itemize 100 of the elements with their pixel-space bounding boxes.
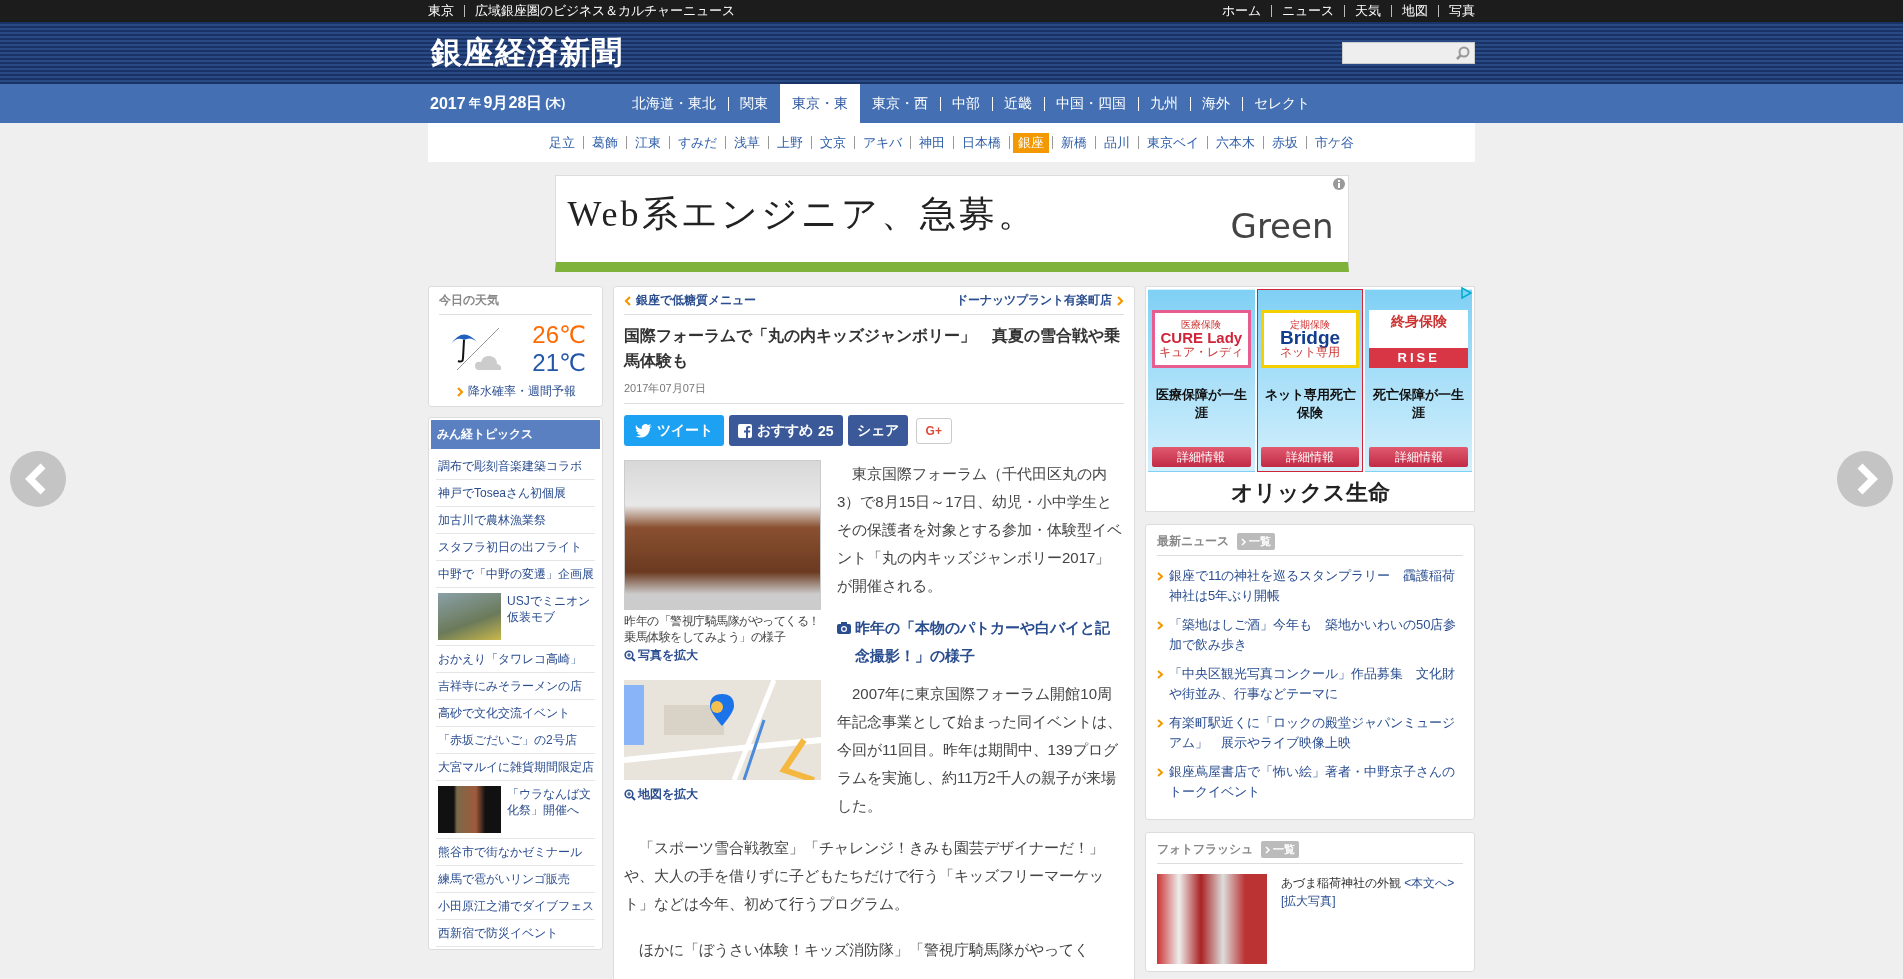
ad-choices-icon[interactable] — [1460, 287, 1472, 299]
details-button[interactable]: 詳細情報 — [1260, 447, 1360, 467]
area-link[interactable]: 神田 — [914, 132, 950, 153]
area-link[interactable]: 六本木 — [1211, 132, 1260, 153]
topic-link[interactable]: スタフラ初日の出フライト — [438, 540, 582, 554]
top-link[interactable]: 天気 — [1355, 2, 1381, 20]
area-link[interactable]: 市ケ谷 — [1310, 132, 1359, 153]
area-link[interactable]: 品川 — [1099, 132, 1135, 153]
low-temperature: 21℃ — [532, 349, 586, 377]
photo-placeholder[interactable] — [1157, 874, 1267, 964]
high-temperature: 26℃ — [532, 321, 586, 349]
topic-link[interactable]: 「赤坂ごだいご」の2号店 — [438, 733, 577, 747]
next-article-link[interactable]: ドーナッツプラント有楽町店 — [956, 292, 1112, 309]
chevron-right-icon — [1116, 295, 1124, 306]
chevron-right-icon — [1157, 768, 1163, 777]
news-link[interactable]: 有楽町駅近くに「ロックの殿堂ジャパンミュージアム」 展示やライブ映像上映 — [1169, 713, 1463, 753]
search-field[interactable] — [1342, 42, 1475, 64]
photo-placeholder[interactable] — [624, 460, 821, 610]
topic-link[interactable]: 高砂で文化交流イベント — [438, 706, 570, 720]
area-link[interactable]: 葛飾 — [587, 132, 623, 153]
weather-title: 今日の天気 — [439, 291, 592, 315]
article-link[interactable]: <本文へ> — [1404, 876, 1455, 890]
insurance-ad[interactable]: 医療保険 CURE Lady キュア・レディ 医療保障が一生涯 詳細情報 定期保険 Bridge ネット専用 ネット専用死亡保険 詳細情報 終身保険 RISE 死亡保障が一生涯 詳細情報 オリックス生命 — [1145, 286, 1475, 512]
photo-placeholder[interactable] — [438, 786, 501, 833]
news-title: 最新ニュース — [1157, 533, 1229, 550]
bird-icon — [635, 423, 652, 438]
topic-link[interactable]: 小田原江之浦でダイブフェス — [438, 899, 594, 913]
topic-link[interactable]: 熊谷市で街なかゼミナール — [438, 845, 582, 859]
area-link[interactable]: 日本橋 — [957, 132, 1006, 153]
details-button[interactable]: 詳細情報 — [1369, 447, 1468, 467]
search-icon[interactable] — [1456, 46, 1470, 60]
area-link[interactable]: 赤坂 — [1267, 132, 1303, 153]
product-tagline: 医療保障が一生涯 — [1154, 386, 1248, 422]
news-link[interactable]: 「中央区観光写真コンクール」作品募集 文化財や街並み、行事などテーマに — [1169, 664, 1463, 704]
product-card[interactable]: 定期保険 Bridge ネット専用 ネット専用死亡保険 詳細情報 — [1256, 289, 1364, 472]
camera-icon — [837, 622, 851, 634]
article-date: 2017年07月07日 — [624, 381, 1124, 404]
topic-link[interactable]: 大宮マルイに雑貨期間限定店 — [438, 760, 594, 774]
date-day: 9月28日 — [483, 93, 543, 114]
region-tab[interactable]: セレクト — [1242, 84, 1322, 123]
area-link[interactable]: 浅草 — [729, 132, 765, 153]
details-button[interactable]: 詳細情報 — [1152, 447, 1251, 467]
product-card[interactable]: 医療保険 CURE Lady キュア・レディ 医療保障が一生涯 詳細情報 — [1148, 289, 1255, 472]
forecast-link[interactable]: 降水確率・週間予報 — [467, 383, 576, 400]
product-card[interactable]: 終身保険 RISE 死亡保障が一生涯 詳細情報 — [1365, 289, 1472, 472]
region-tab[interactable]: 中部 — [940, 84, 992, 123]
previous-article-link[interactable]: 銀座で低糖質メニュー — [636, 292, 756, 309]
top-link[interactable]: 写真 — [1449, 2, 1475, 20]
recommend-button[interactable]: おすすめ 25 — [729, 415, 843, 446]
topic-link[interactable]: USJでミニオン仮装モブ — [507, 593, 594, 625]
region-tab[interactable]: 九州 — [1138, 84, 1190, 123]
area-link[interactable]: アキバ — [858, 132, 907, 153]
area-link[interactable]: 江東 — [630, 132, 666, 153]
top-link[interactable]: ニュース — [1282, 2, 1334, 20]
area-link[interactable]: 東京ベイ — [1142, 132, 1204, 153]
region-tab[interactable]: 東京・東 — [780, 84, 860, 123]
zoom-icon — [624, 649, 636, 662]
enlarge-photo-link[interactable]: [拡大写真] — [1281, 894, 1336, 908]
region-tab[interactable]: 近畿 — [992, 84, 1044, 123]
region-tab[interactable]: 東京・西 — [860, 84, 940, 123]
map-drawing[interactable] — [624, 680, 821, 780]
article-paragraph: 東京国際フォーラム（千代田区丸の内3）で8月15日～17日、幼児・小中学生とその保護者を対象とする参加・体験型イベント「丸の内キッズジャンボリー2017」が開催される。 — [837, 464, 1123, 596]
topic-link[interactable]: 「ウラなんば文化祭」開催へ — [507, 786, 594, 818]
topic-link[interactable]: 加古川で農林漁業祭 — [438, 513, 546, 527]
region-tab[interactable]: 海外 — [1190, 84, 1242, 123]
article-paragraph: 2007年に東京国際フォーラム開館10周年記念事業として始まった同イベントは、今回が11回目。昨年は期間中、139プログラムを実施し、約11万2千人の親子が来場した。 — [837, 684, 1123, 816]
area-link[interactable]: 文京 — [815, 132, 851, 153]
topic-link[interactable]: 吉祥寺にみそラーメンの店 — [438, 679, 582, 693]
top-link[interactable]: ホーム — [1222, 2, 1261, 20]
photo-gallery-link[interactable]: 昨年の「本物のパトカーや白バイと記念撮影！」の様子 — [855, 614, 1124, 670]
area-link[interactable]: 新橋 — [1056, 132, 1092, 153]
news-link[interactable]: 銀座で11の神社を巡るスタンプラリー 靍護稲荷神社は5年ぶり開帳 — [1169, 566, 1463, 606]
chevron-right-icon — [1157, 572, 1163, 581]
google-plus-button[interactable]: G+ — [915, 417, 952, 444]
f-square-icon — [738, 423, 752, 438]
topic-link[interactable]: 練馬で雹がいリンゴ販売 — [438, 872, 570, 886]
site-logo[interactable]: 銀座経済新聞 — [431, 32, 623, 74]
news-link[interactable]: 銀座蔦屋書店で「怖い絵」著者・中野京子さんのトークイベント — [1169, 762, 1463, 802]
area-link[interactable]: すみだ — [673, 132, 722, 153]
info-icon[interactable] — [1332, 178, 1345, 190]
topic-link[interactable]: 中野で「中野の変遷」企画展 — [438, 567, 594, 581]
top-link[interactable]: 地図 — [1402, 2, 1428, 20]
enlarge-map-link[interactable]: 地図を拡大 — [638, 786, 698, 803]
area-link[interactable]: 上野 — [772, 132, 808, 153]
ad-banner[interactable]: Web系エンジニア、急募。 Green — [554, 175, 1349, 272]
news-link[interactable]: 「築地はしご酒」今年も 築地かいわいの50店参加で飲み歩き — [1169, 615, 1463, 655]
share-button[interactable]: シェア — [847, 415, 908, 446]
topic-link[interactable]: 神戸でToseaさん初個展 — [438, 486, 567, 500]
insurer-logo: オリックス生命 — [1229, 479, 1391, 507]
region-tab[interactable]: 北海道・東北 — [620, 84, 728, 123]
region-tab[interactable]: 関東 — [728, 84, 780, 123]
topic-link[interactable]: おかえり「タワレコ高崎」 — [438, 652, 582, 666]
region-tab[interactable]: 中国・四国 — [1044, 84, 1138, 123]
area-link[interactable]: 足立 — [544, 132, 580, 153]
product-logo: 終身保険 RISE — [1369, 310, 1468, 368]
enlarge-photo-link[interactable]: 写真を拡大 — [638, 647, 698, 664]
topic-link[interactable]: 調布で彫刻音楽建築コラボ — [438, 459, 582, 473]
chevron-right-icon — [1241, 537, 1247, 546]
topic-link[interactable]: 西新宿で防災イベント — [438, 926, 558, 940]
site-tagline: 広域銀座圏のビジネス＆カルチャーニュース — [475, 2, 735, 20]
